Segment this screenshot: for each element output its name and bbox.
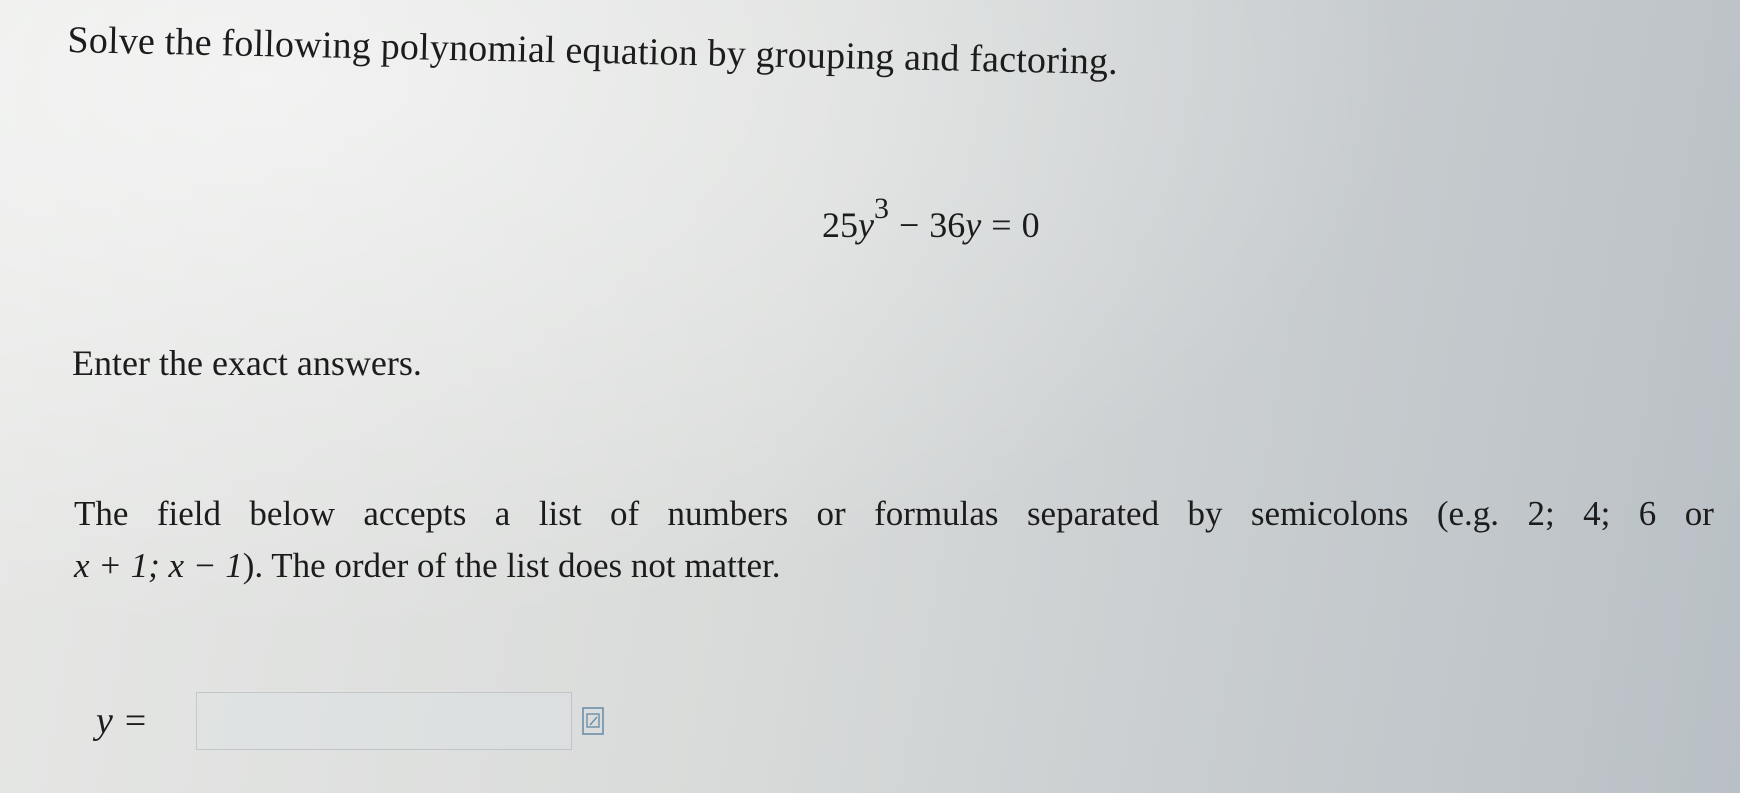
note-word: 2; <box>1527 494 1555 533</box>
equation: 25y3−36y = 0 <box>822 192 1040 246</box>
question-heading: Solve the following polynomial equation … <box>67 18 1119 83</box>
formula-editor-icon[interactable] <box>582 707 604 735</box>
note-word: The <box>74 494 129 533</box>
note-word: of <box>609 494 640 533</box>
note-example-math: x + 1; x − 1 <box>74 546 243 585</box>
note-word: or <box>1684 494 1714 533</box>
note-word: or <box>816 494 846 533</box>
equation-var-1: y <box>858 205 874 245</box>
note-word: separated <box>1026 494 1160 533</box>
note-word: by <box>1187 494 1223 533</box>
answer-label: y = <box>96 700 149 742</box>
note-word: below <box>249 494 335 533</box>
answer-row: y = <box>96 692 604 750</box>
equation-coef-1: 25 <box>822 205 858 245</box>
note-word: 4; <box>1583 494 1611 533</box>
equation-rhs: 0 <box>1021 205 1040 245</box>
note-word: accepts <box>363 494 467 533</box>
note-line-2-end: ). The order of the list does not matter… <box>242 546 781 585</box>
note-word: numbers <box>667 494 789 533</box>
answer-input[interactable] <box>196 692 573 750</box>
equation-coef-2: 36 <box>929 205 966 245</box>
equation-equals: = <box>991 205 1012 245</box>
format-note: The field below accepts a list of number… <box>74 488 1714 592</box>
equation-exponent: 3 <box>873 192 889 225</box>
question-page: Solve the following polynomial equation … <box>0 0 1740 793</box>
formula-editor-icon-graphic <box>582 707 604 735</box>
instruction-text: Enter the exact answers. <box>72 343 422 383</box>
format-note-line-1: The field below accepts a list of number… <box>74 488 1714 540</box>
note-word: field <box>156 494 221 533</box>
note-word: list <box>538 494 582 533</box>
equation-var-2: y <box>965 205 982 245</box>
note-word: (e.g. <box>1436 494 1500 533</box>
note-word: 6 <box>1638 494 1657 533</box>
note-word: semicolons <box>1250 494 1409 533</box>
equation-minus: − <box>898 205 920 245</box>
note-word: a <box>494 494 511 533</box>
format-note-line-2: x + 1; x − 1). The order of the list doe… <box>74 540 1714 592</box>
note-word: formulas <box>874 494 999 533</box>
